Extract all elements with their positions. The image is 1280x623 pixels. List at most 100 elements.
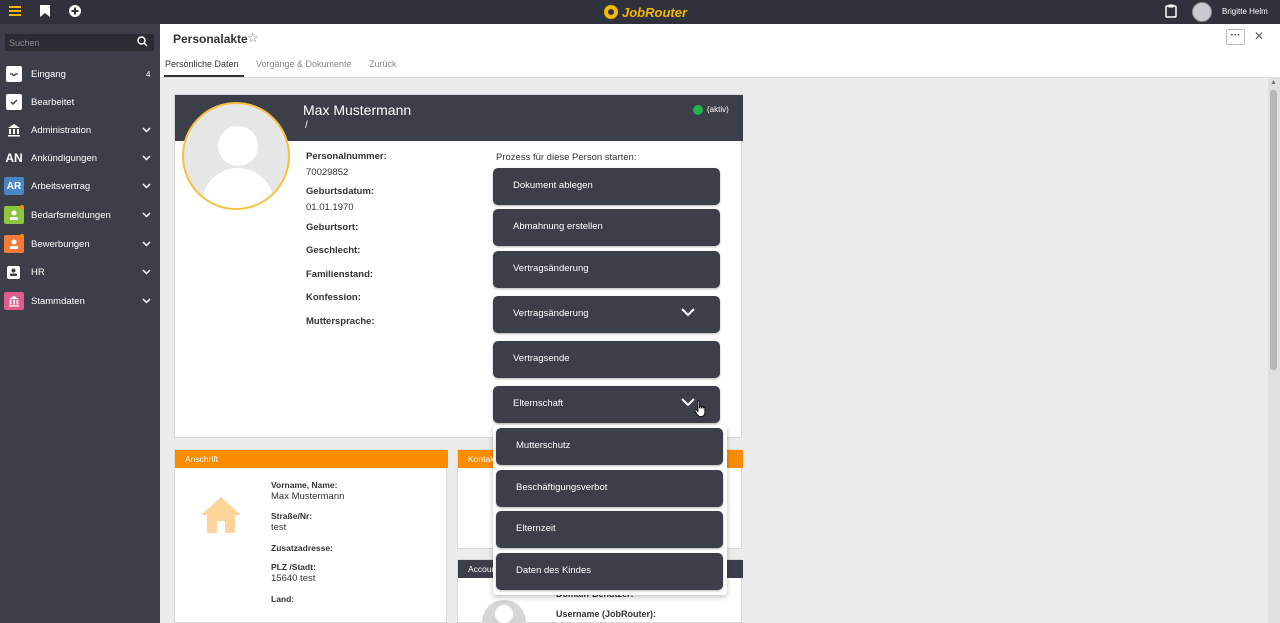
status-dot bbox=[693, 105, 703, 115]
address-title: Anschrift bbox=[185, 454, 219, 464]
more-options-button[interactable]: ··· bbox=[1226, 29, 1245, 45]
city-label: PLZ /Stadt: bbox=[271, 562, 316, 572]
close-icon[interactable]: ✕ bbox=[1254, 29, 1264, 43]
profile-picture bbox=[182, 102, 290, 210]
vertragsende-button[interactable]: Vertragsende bbox=[493, 341, 720, 378]
search-input[interactable] bbox=[5, 34, 154, 51]
logo-mark-icon bbox=[604, 5, 618, 19]
sidebar-item-bedarfsmeldungen[interactable]: Bedarfsmeldungen bbox=[0, 201, 160, 229]
button-label: Vertragsänderung bbox=[513, 308, 589, 319]
elternschaft-dropdown-menu: Mutterschutz Beschäftigungsverbot Eltern… bbox=[493, 425, 727, 595]
sidebar-item-label: Ankündigungen bbox=[31, 152, 98, 164]
avatar-head bbox=[218, 126, 258, 166]
tab-zurueck[interactable]: Zurück bbox=[369, 59, 397, 69]
familienstand-label: Familienstand: bbox=[306, 269, 374, 280]
geburtsdatum-label: Geburtsdatum: bbox=[306, 186, 375, 197]
sidebar-item-label: Eingang bbox=[31, 68, 66, 80]
chevron-down-icon[interactable] bbox=[142, 267, 151, 278]
sidebar-item-hr[interactable]: HR bbox=[0, 258, 160, 286]
sidebar-item-bewerbungen[interactable]: Bewerbungen bbox=[0, 230, 160, 258]
menu-item-label: Elternzeit bbox=[516, 523, 556, 534]
status-text: (aktiv) bbox=[707, 105, 729, 114]
geburtsort-label: Geburtsort: bbox=[306, 222, 359, 233]
add-circle-icon[interactable] bbox=[67, 4, 83, 20]
logo-text: JobRouter bbox=[622, 4, 687, 20]
sidebar-item-stammdaten[interactable]: Stammdaten bbox=[0, 287, 160, 315]
sidebar-item-eingang[interactable]: Eingang 4 bbox=[0, 60, 160, 88]
check-box-icon bbox=[6, 94, 22, 110]
vertragsaenderung-dropdown-button[interactable]: Vertragsänderung bbox=[493, 296, 720, 333]
button-label: Dokument ablegen bbox=[513, 180, 593, 191]
sidebar-item-label: Arbeitsvertrag bbox=[31, 180, 91, 192]
daten-des-kindes-menu-item[interactable]: Daten des Kindes bbox=[496, 553, 723, 590]
user-avatar[interactable] bbox=[1192, 2, 1212, 22]
name-label: Vorname, Name: bbox=[271, 480, 338, 490]
button-label: Vertragsänderung bbox=[513, 263, 589, 274]
bookmark-icon[interactable] bbox=[37, 4, 53, 20]
abmahnung-erstellen-button[interactable]: Abmahnung erstellen bbox=[493, 209, 720, 246]
scrollbar-thumb[interactable] bbox=[1270, 90, 1277, 370]
search-icon[interactable] bbox=[137, 36, 148, 50]
address-header: Anschrift bbox=[175, 450, 448, 468]
street-label: Straße/Nr: bbox=[271, 511, 313, 521]
chevron-down-icon[interactable] bbox=[142, 181, 151, 192]
page-header: Personalakte ☆ ··· ✕ Persönliche Daten V… bbox=[160, 24, 1280, 78]
profile-card: Max Mustermann / (aktiv) Personalnummer:… bbox=[174, 94, 743, 438]
chevron-down-icon[interactable] bbox=[142, 153, 151, 164]
chevron-down-icon bbox=[681, 398, 695, 407]
sidebar-item-administration[interactable]: Administration bbox=[0, 116, 160, 144]
menu-item-label: Mutterschutz bbox=[516, 440, 571, 451]
scroll-up-icon[interactable]: ▲ bbox=[1270, 79, 1277, 86]
elternzeit-menu-item[interactable]: Elternzeit bbox=[496, 511, 723, 548]
inbox-icon bbox=[6, 66, 22, 82]
extra-address-label: Zusatzadresse: bbox=[271, 543, 333, 553]
person-subtitle: / bbox=[305, 120, 308, 131]
mutterschutz-menu-item[interactable]: Mutterschutz bbox=[496, 428, 723, 465]
jobrouter-logo: JobRouter bbox=[604, 3, 687, 21]
beschaeftigungsverbot-menu-item[interactable]: Beschäftigungsverbot bbox=[496, 470, 723, 507]
sidebar-item-label: HR bbox=[31, 266, 45, 278]
process-start-label: Prozess für diese Person starten: bbox=[496, 152, 637, 163]
username-label: Username (JobRouter): bbox=[556, 609, 657, 619]
tab-persoenliche-daten[interactable]: Persönliche Daten bbox=[165, 59, 239, 69]
chevron-down-icon[interactable] bbox=[142, 125, 151, 136]
notification-dot bbox=[20, 234, 24, 238]
star-icon[interactable]: ☆ bbox=[247, 30, 259, 46]
bank-icon bbox=[4, 292, 24, 310]
sidebar-item-label: Bearbeitet bbox=[31, 96, 75, 108]
user-name[interactable]: Brigitte Helm bbox=[1222, 7, 1268, 16]
country-label: Land: bbox=[271, 594, 295, 604]
elternschaft-dropdown-button[interactable]: Elternschaft bbox=[493, 386, 720, 423]
sidebar-item-bearbeitet[interactable]: Bearbeitet bbox=[0, 88, 160, 116]
clipboard-icon[interactable] bbox=[1163, 4, 1179, 20]
vertragsaenderung-button[interactable]: Vertragsänderung bbox=[493, 251, 720, 288]
hamburger-menu-icon[interactable] bbox=[7, 4, 23, 20]
tab-vorgaenge-dokumente[interactable]: Vorgänge & Dokumente bbox=[256, 59, 352, 69]
sidebar-item-label: Bedarfsmeldungen bbox=[31, 209, 111, 221]
dokument-ablegen-button[interactable]: Dokument ablegen bbox=[493, 168, 720, 205]
geburtsdatum-value: 01.01.1970 bbox=[306, 202, 354, 213]
an-icon: AN bbox=[5, 151, 23, 165]
name-value: Max Mustermann bbox=[271, 491, 345, 502]
active-tab-indicator bbox=[164, 75, 244, 77]
page-title: Personalakte bbox=[173, 32, 248, 46]
inbox-count-badge: 4 bbox=[146, 69, 151, 79]
ar-icon: AR bbox=[4, 177, 24, 195]
konfession-label: Konfession: bbox=[306, 292, 361, 303]
address-card: Anschrift Vorname, Name: Max Mustermann … bbox=[174, 449, 448, 623]
city-value: 15640 test bbox=[271, 573, 316, 584]
button-label: Vertragsende bbox=[513, 353, 570, 364]
account-avatar bbox=[482, 600, 526, 623]
menu-item-label: Beschäftigungsverbot bbox=[516, 482, 608, 493]
chevron-down-icon bbox=[681, 308, 695, 317]
hand-cursor-icon bbox=[694, 400, 706, 417]
sidebar-item-ankuendigungen[interactable]: AN Ankündigungen bbox=[0, 144, 160, 172]
chevron-down-icon[interactable] bbox=[142, 296, 151, 307]
sidebar-item-arbeitsvertrag[interactable]: AR Arbeitsvertrag bbox=[0, 172, 160, 200]
sidebar-item-label: Administration bbox=[31, 124, 92, 136]
chevron-down-icon[interactable] bbox=[142, 239, 151, 250]
chevron-down-icon[interactable] bbox=[142, 210, 151, 221]
personalnummer-value: 70029852 bbox=[306, 167, 349, 178]
sidebar: Eingang 4 Bearbeitet Administration AN A… bbox=[0, 24, 160, 623]
person-name: Max Mustermann bbox=[303, 102, 412, 118]
